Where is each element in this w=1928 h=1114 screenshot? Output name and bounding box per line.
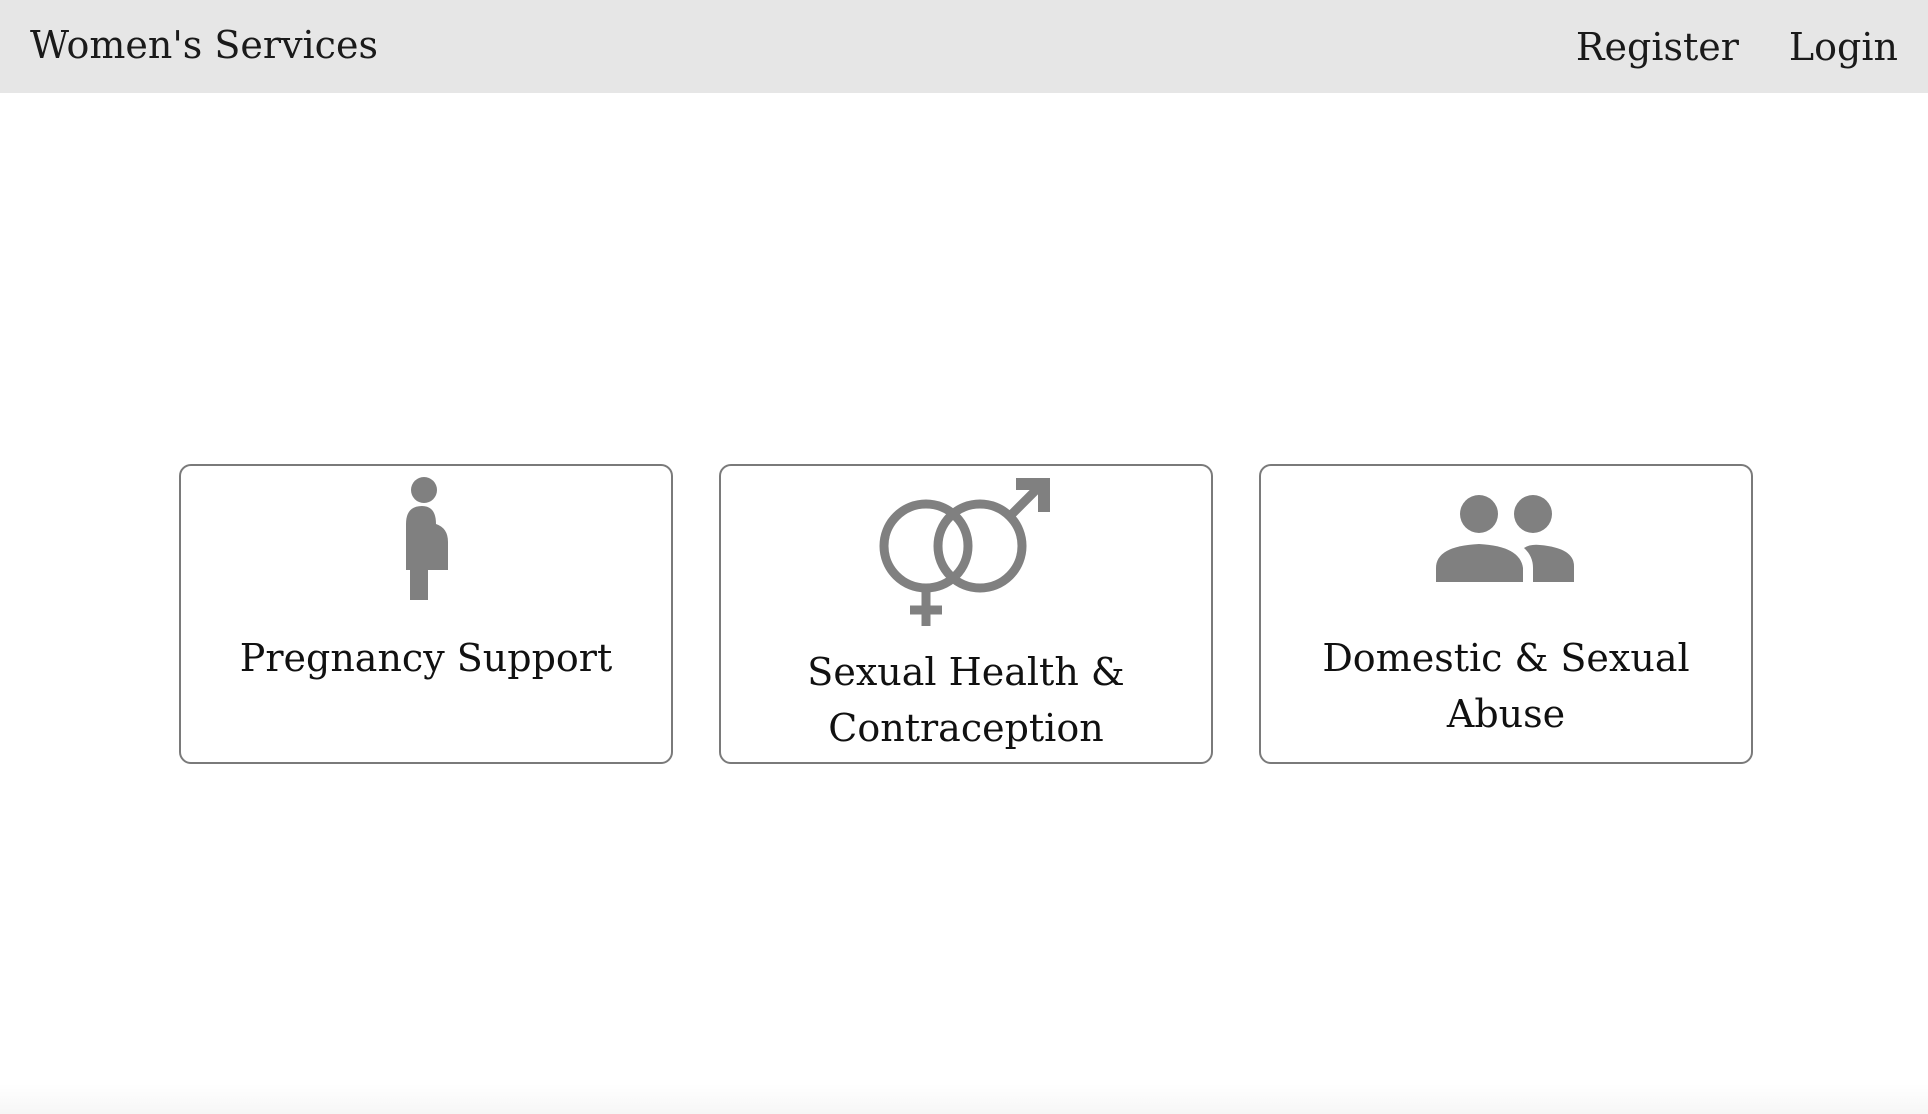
pregnant-woman-icon: [181, 476, 671, 606]
login-link[interactable]: Login: [1789, 2, 1898, 92]
sexual-health-card[interactable]: Sexual Health & Contraception: [719, 464, 1213, 764]
brand-link[interactable]: Women's Services: [30, 0, 378, 93]
nav-links: Register Login: [1576, 0, 1898, 93]
card-label: Pregnancy Support: [239, 636, 613, 680]
domestic-abuse-card[interactable]: Domestic & Sexual Abuse: [1259, 464, 1753, 764]
people-icon: [1261, 494, 1751, 584]
card-label: Sexual Health & Contraception: [807, 650, 1125, 750]
top-navbar: Women's Services Register Login: [0, 0, 1928, 93]
register-link[interactable]: Register: [1576, 2, 1739, 92]
service-cards: Pregnancy Support Sexual Health & Contra…: [179, 464, 1753, 764]
card-label: Domestic & Sexual Abuse: [1322, 636, 1690, 736]
pregnancy-support-card[interactable]: Pregnancy Support: [179, 464, 673, 764]
gender-symbols-icon: [721, 476, 1211, 636]
bottom-edge: [0, 1084, 1928, 1114]
